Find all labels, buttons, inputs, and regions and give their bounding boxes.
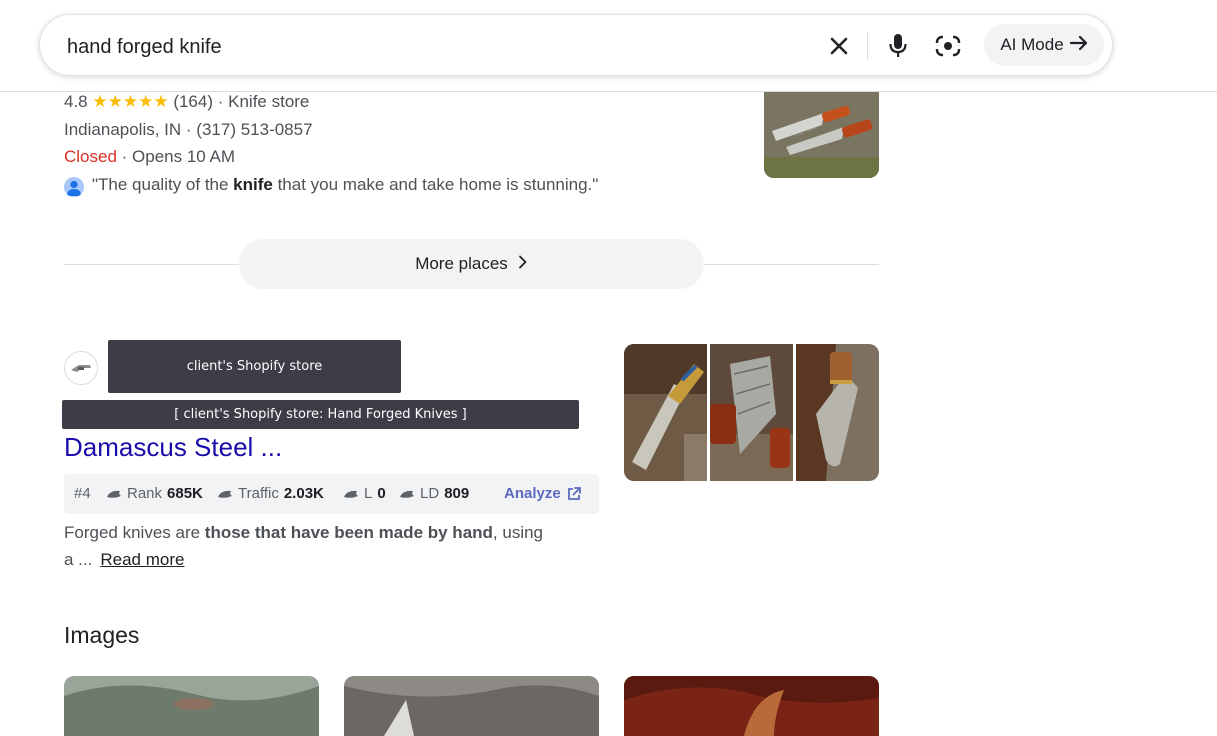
images-section-heading: Images xyxy=(64,622,140,648)
place-address: Indianapolis, IN · (317) 513-0857 xyxy=(64,120,313,139)
seo-ld-value: 809 xyxy=(444,485,470,502)
result-snippet-line-1: Forged knives are those that have been m… xyxy=(64,523,543,543)
chevron-right-icon xyxy=(518,254,528,274)
seo-traffic-value: 2.03K xyxy=(283,485,324,502)
snippet-start: Forged knives are xyxy=(64,523,205,542)
place-category: · Knife store xyxy=(217,92,310,111)
person-icon xyxy=(64,177,84,197)
review-text-start: "The quality of the xyxy=(92,175,234,194)
snippet-end: , using xyxy=(492,523,544,542)
microphone-icon[interactable] xyxy=(885,33,911,59)
store-title-overlay: [ client's Shopify store: Hand Forged Kn… xyxy=(62,400,579,429)
seo-rank-label: Rank xyxy=(127,485,163,502)
seo-linking-domains: LD 809 xyxy=(399,485,469,502)
result-snippet-line-2: a ... Read more xyxy=(64,550,184,570)
seo-traffic-label: Traffic xyxy=(238,485,279,502)
result-title-link[interactable]: Damascus Steel ... xyxy=(64,432,282,463)
read-more-link[interactable]: Read more xyxy=(100,550,184,569)
search-header: AI Mode xyxy=(0,0,1217,92)
semrush-icon xyxy=(344,490,358,498)
review-text-bold: knife xyxy=(233,175,273,194)
site-favicon[interactable] xyxy=(64,351,98,385)
store-name-overlay: client's Shopify store xyxy=(108,340,401,393)
arrow-right-icon xyxy=(1069,35,1088,56)
place-review: "The quality of the knife that you make … xyxy=(92,175,598,195)
seo-ld-label: LD xyxy=(420,485,440,502)
semrush-icon xyxy=(400,490,414,498)
ai-mode-button[interactable]: AI Mode xyxy=(984,24,1104,66)
analyze-label: Analyze xyxy=(504,485,561,502)
result-image-1[interactable] xyxy=(624,344,707,481)
star-rating: ★★★★★ xyxy=(92,92,169,111)
review-count[interactable]: (164) xyxy=(173,92,213,111)
lens-icon[interactable] xyxy=(935,33,961,59)
image-result-2[interactable] xyxy=(344,676,599,736)
semrush-icon xyxy=(218,490,232,498)
seo-rank: Rank 685K xyxy=(106,485,203,502)
image-result-1[interactable] xyxy=(64,676,319,736)
seo-position: #4 xyxy=(74,485,91,502)
result-image-2[interactable] xyxy=(710,344,793,481)
search-divider xyxy=(867,32,868,60)
search-box[interactable]: AI Mode xyxy=(39,14,1113,76)
rating-value: 4.8 xyxy=(64,92,88,111)
snippet-bold: those that have been made by hand xyxy=(204,523,493,542)
external-link-icon xyxy=(567,486,581,500)
seo-links: L 0 xyxy=(343,485,386,502)
image-result-3[interactable] xyxy=(624,676,879,736)
seo-rank-value: 685K xyxy=(167,485,203,502)
ai-mode-label: AI Mode xyxy=(1000,35,1064,54)
search-input[interactable] xyxy=(65,33,809,61)
place-hours: · Opens 10 AM xyxy=(121,147,236,166)
place-status: Closed xyxy=(64,147,117,166)
more-places-label: More places xyxy=(415,254,508,273)
place-thumbnail[interactable] xyxy=(764,91,879,178)
seo-traffic: Traffic 2.03K xyxy=(217,485,324,502)
more-places-button[interactable]: More places xyxy=(239,239,704,289)
semrush-icon xyxy=(107,490,121,498)
seo-l-label: L xyxy=(364,485,373,502)
place-hours-line: Closed · Opens 10 AM xyxy=(64,147,235,167)
close-icon[interactable] xyxy=(826,33,852,59)
analyze-link[interactable]: Analyze xyxy=(504,485,582,502)
result-image-3[interactable] xyxy=(796,344,879,481)
place-rating-line: 4.8 ★★★★★ (164) · Knife store xyxy=(64,92,309,112)
review-text-end: that you make and take home is stunning.… xyxy=(272,175,599,194)
seo-metrics-bar: #4 Rank 685K Traffic 2.03K L 0 LD 809 An… xyxy=(64,474,599,514)
snippet-continuation: a ... xyxy=(64,550,93,569)
seo-l-value: 0 xyxy=(377,485,386,502)
